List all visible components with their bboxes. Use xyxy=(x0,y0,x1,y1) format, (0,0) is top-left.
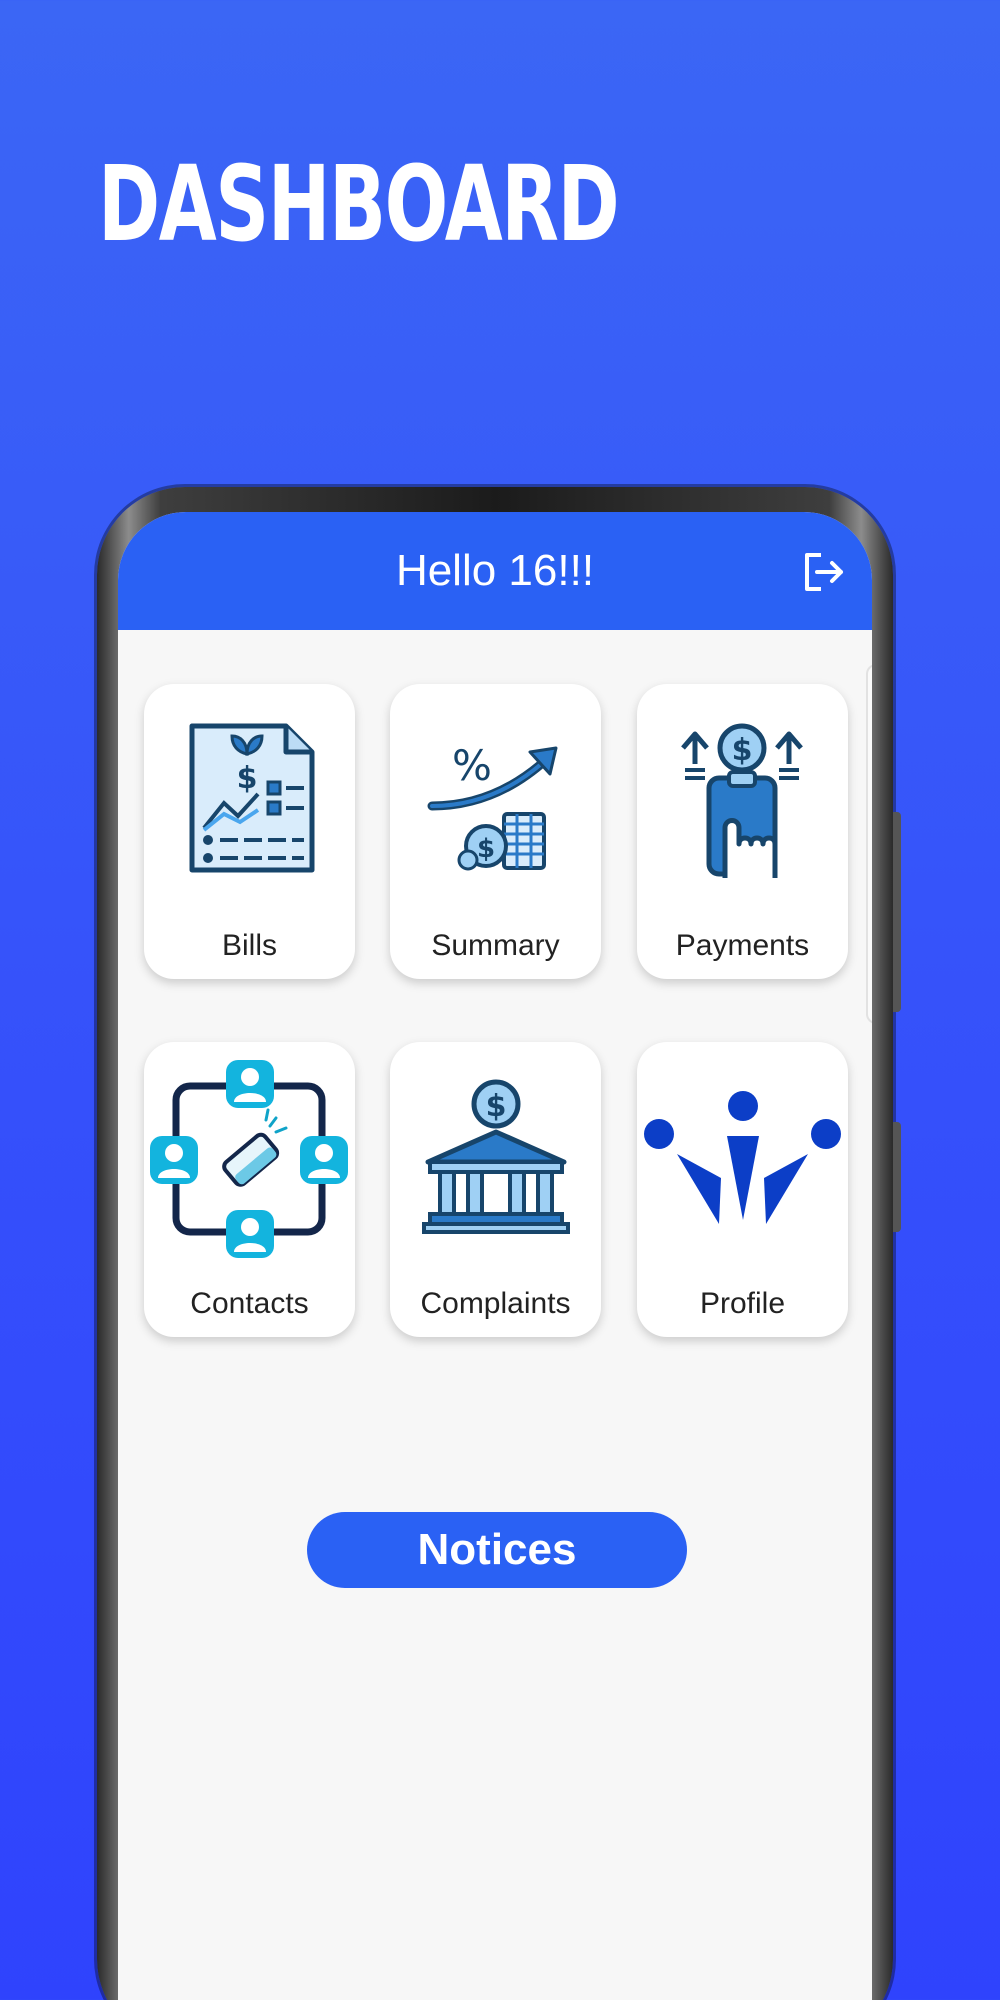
bank-building-icon: $ xyxy=(422,1079,570,1234)
tile-label: Payments xyxy=(675,929,810,962)
phone-side-button xyxy=(893,812,901,1012)
tile-contacts[interactable]: Contacts xyxy=(144,1042,355,1337)
page-headline: DASHBOARD xyxy=(98,143,620,265)
logout-icon xyxy=(805,553,843,591)
tile-label: Complaints xyxy=(420,1287,571,1320)
bill-document-icon: $ xyxy=(189,723,315,873)
app-bar: Hello 16!!! xyxy=(118,512,872,630)
app-screen: Hello 16!!! $ Bills % $ Summary $ Paymen… xyxy=(118,512,872,2000)
contacts-network-icon xyxy=(150,1060,348,1258)
notices-button[interactable]: Notices xyxy=(307,1512,687,1588)
tile-summary[interactable]: % $ Summary xyxy=(390,684,601,979)
tile-label: Profile xyxy=(699,1287,786,1320)
tile-bills[interactable]: $ Bills xyxy=(144,684,355,979)
tile-complaints[interactable]: $ Complaints xyxy=(390,1042,601,1337)
screen-edge-tab xyxy=(866,664,872,1024)
svg-text:$: $ xyxy=(477,834,495,864)
phone-mockup: Hello 16!!! $ Bills % $ Summary $ Paymen… xyxy=(97,487,901,2000)
growth-summary-icon: % $ xyxy=(427,741,558,871)
team-profile-icon xyxy=(644,1091,841,1224)
tile-payments[interactable]: $ Payments xyxy=(637,684,848,979)
phone-payment-icon: $ xyxy=(681,723,803,878)
tile-profile[interactable]: Profile xyxy=(637,1042,848,1337)
svg-text:$: $ xyxy=(237,761,258,796)
tile-label: Summary xyxy=(431,929,560,962)
svg-text:%: % xyxy=(452,741,492,790)
logout-button[interactable] xyxy=(801,549,847,595)
tile-label: Bills xyxy=(221,929,277,962)
phone-side-button xyxy=(893,1122,901,1232)
greeting-title: Hello 16!!! xyxy=(395,546,595,595)
svg-text:$: $ xyxy=(732,733,753,768)
tile-label: Contacts xyxy=(190,1287,309,1320)
svg-text:$: $ xyxy=(486,1089,507,1124)
